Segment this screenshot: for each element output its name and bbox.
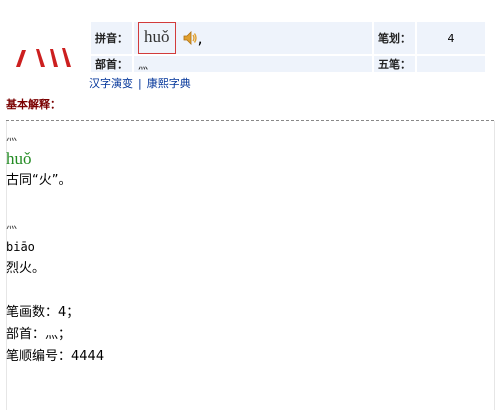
- wubi-label: 五笔：: [374, 56, 415, 72]
- entry-pinyin: biāo: [6, 240, 35, 254]
- reference-links: 汉字演变 | 康熙字典: [89, 75, 191, 91]
- radical-label: 部首：: [91, 56, 132, 72]
- pinyin-cell: huǒ,: [134, 22, 372, 54]
- stroke-order-text: 笔顺编号：4444: [6, 349, 105, 364]
- basic-explanation-title: 基本解释：: [6, 98, 61, 111]
- radical-text: 部首：灬；: [6, 327, 72, 342]
- section-divider: [6, 120, 494, 121]
- entry-definition: 烈火。: [6, 261, 46, 276]
- definition-content: 灬 huǒ 古同“火”。 灬 biāo 烈火。 笔画数：4； 部首：灬； 笔顺编…: [6, 126, 104, 368]
- radical-value: 灬: [134, 56, 372, 72]
- wubi-value: [417, 56, 485, 72]
- pinyin-label: 拼音：: [91, 22, 132, 54]
- character-info-table: 拼音： huǒ, 笔划： 4 部首： 灬 五笔：: [89, 20, 487, 74]
- entry-definition: 古同“火”。: [6, 173, 72, 188]
- pinyin-value: huǒ: [138, 22, 176, 54]
- entry-radical: 灬: [6, 130, 17, 143]
- stroke-count-text: 笔画数：4；: [6, 305, 80, 320]
- stroke-count-value: 4: [417, 22, 485, 54]
- link-separator: |: [138, 77, 142, 90]
- entry-radical: 灬: [6, 218, 17, 231]
- kangxi-dictionary-link[interactable]: 康熙字典: [147, 77, 191, 90]
- pinyin-comma: ,: [197, 28, 203, 48]
- character-evolution-link[interactable]: 汉字演变: [89, 77, 133, 90]
- entry-pinyin: huǒ: [6, 149, 32, 168]
- stroke-count-label: 笔划：: [374, 22, 415, 54]
- character-glyph-image: [16, 48, 71, 67]
- speaker-icon[interactable]: [182, 30, 198, 46]
